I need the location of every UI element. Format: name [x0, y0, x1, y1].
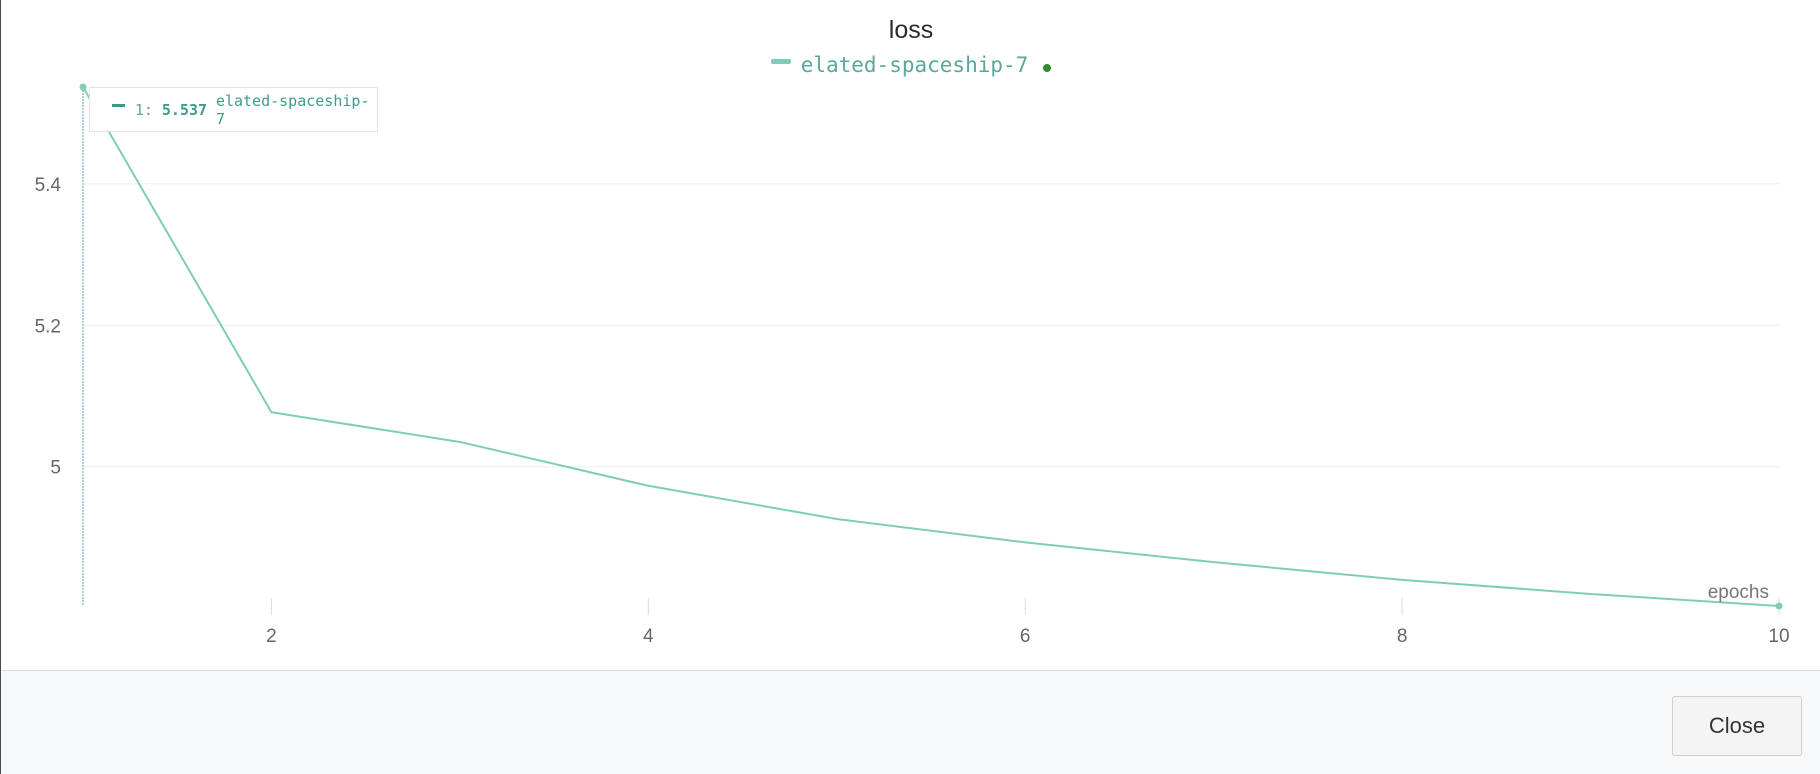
- tooltip-value: 5.537: [161, 100, 208, 119]
- series-line-elated-spaceship-7: [82, 86, 1780, 607]
- modal-footer: Close: [1, 670, 1820, 774]
- x-tick-label: 8: [1397, 626, 1408, 647]
- tooltip-step: 1:: [134, 100, 153, 119]
- y-tick-label: 5.4: [35, 175, 62, 196]
- close-button[interactable]: Close: [1672, 696, 1802, 756]
- chart-panel: loss elated-spaceship-7 2 4 6 8 10 5 5.2 5.4 e…: [1, 0, 1820, 670]
- y-tick-label: 5.2: [35, 316, 61, 337]
- chart-modal: loss elated-spaceship-7 2 4 6 8 10 5 5.2 5.4 e…: [0, 0, 1820, 774]
- grid-lines: [83, 183, 1779, 468]
- hover-point: [79, 83, 87, 91]
- x-tick-label: 2: [266, 626, 277, 647]
- tooltip-run-name: elated-spaceship-7: [215, 91, 370, 128]
- tooltip-swatch: [112, 104, 125, 107]
- x-tick-label: 4: [643, 626, 654, 647]
- x-tick-label: 6: [1020, 626, 1031, 647]
- x-tick-label: 10: [1768, 626, 1789, 647]
- y-axis: 5 5.2 5.4: [35, 175, 62, 479]
- y-tick-label: 5: [50, 458, 61, 479]
- series-lines: [79, 83, 1783, 610]
- hover-tooltip: 1: 5.537 elated-spaceship-7: [89, 87, 378, 132]
- x-axis-label: epochs: [1708, 582, 1769, 603]
- x-axis: 2 4 6 8 10: [266, 598, 1790, 647]
- end-point: [1775, 602, 1783, 610]
